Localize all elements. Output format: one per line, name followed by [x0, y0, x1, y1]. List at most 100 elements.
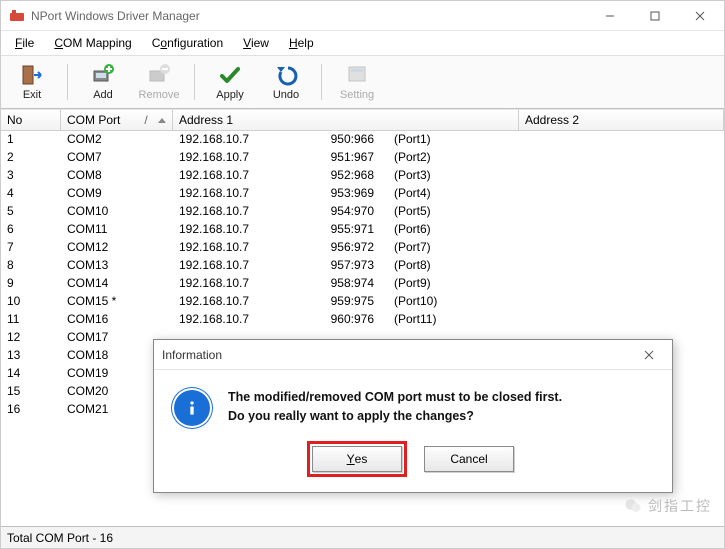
cell-com-port: COM7	[61, 149, 173, 167]
cell-ip: 192.168.10.7	[173, 221, 293, 239]
table-row[interactable]: 11COM16192.168.10.7960:976(Port11)	[1, 311, 724, 329]
dialog-titlebar[interactable]: Information	[154, 340, 672, 370]
cell-ports: 960:976	[293, 311, 388, 329]
cell-ip: 192.168.10.7	[173, 131, 293, 149]
maximize-button[interactable]	[632, 1, 677, 30]
cell-no: 11	[1, 311, 61, 329]
toolbar-apply[interactable]: Apply	[203, 58, 257, 106]
cell-ports: 950:966	[293, 131, 388, 149]
cell-ip: 192.168.10.7	[173, 203, 293, 221]
cell-ports: 955:971	[293, 221, 388, 239]
menu-file[interactable]: File	[7, 34, 42, 52]
cell-port-name: (Port11)	[388, 311, 508, 329]
cell-no: 16	[1, 401, 61, 419]
cell-ports: 959:975	[293, 293, 388, 311]
cell-ports: 951:967	[293, 149, 388, 167]
cell-no: 1	[1, 131, 61, 149]
toolbar-remove-label: Remove	[139, 89, 180, 101]
app-icon	[9, 8, 25, 24]
toolbar-setting: Setting	[330, 58, 384, 106]
cell-no: 4	[1, 185, 61, 203]
toolbar-add[interactable]: Add	[76, 58, 130, 106]
cell-ip: 192.168.10.7	[173, 185, 293, 203]
cell-ip: 192.168.10.7	[173, 257, 293, 275]
cell-no: 10	[1, 293, 61, 311]
cell-com-port: COM12	[61, 239, 173, 257]
col-address-1[interactable]: Address 1	[173, 109, 519, 130]
exit-icon	[20, 63, 44, 87]
cell-port-name: (Port6)	[388, 221, 508, 239]
table-row[interactable]: 10COM15 *192.168.10.7959:975(Port10)	[1, 293, 724, 311]
table-row[interactable]: 7COM12192.168.10.7956:972(Port7)	[1, 239, 724, 257]
wechat-icon	[624, 497, 642, 515]
cell-port-name: (Port1)	[388, 131, 508, 149]
undo-icon	[274, 63, 298, 87]
menu-view[interactable]: View	[235, 34, 277, 52]
toolbar-undo-label: Undo	[273, 89, 299, 101]
statusbar: Total COM Port - 16	[1, 526, 724, 548]
cell-com-port: COM9	[61, 185, 173, 203]
table-row[interactable]: 6COM11192.168.10.7955:971(Port6)	[1, 221, 724, 239]
cell-ports: 958:974	[293, 275, 388, 293]
cell-com-port: COM8	[61, 167, 173, 185]
setting-icon	[345, 63, 369, 87]
cell-com-port: COM13	[61, 257, 173, 275]
cell-no: 13	[1, 347, 61, 365]
cell-ip: 192.168.10.7	[173, 149, 293, 167]
cell-port-name: (Port5)	[388, 203, 508, 221]
table-row[interactable]: 3COM8192.168.10.7952:968(Port3)	[1, 167, 724, 185]
remove-icon	[147, 63, 171, 87]
menubar: File COM Mapping Configuration View Help	[1, 31, 724, 55]
col-com-port[interactable]: COM Port/	[61, 109, 173, 130]
dialog-close-button[interactable]	[634, 341, 664, 369]
toolbar-setting-label: Setting	[340, 89, 374, 101]
dialog-title: Information	[162, 348, 222, 362]
window-buttons	[587, 1, 722, 30]
dialog-cancel-button[interactable]: Cancel	[424, 446, 514, 472]
table-row[interactable]: 2COM7192.168.10.7951:967(Port2)	[1, 149, 724, 167]
cell-no: 6	[1, 221, 61, 239]
cell-port-name: (Port9)	[388, 275, 508, 293]
col-address-2[interactable]: Address 2	[519, 109, 724, 130]
table-row[interactable]: 5COM10192.168.10.7954:970(Port5)	[1, 203, 724, 221]
table-row[interactable]: 1COM2192.168.10.7950:966(Port1)	[1, 131, 724, 149]
cell-no: 5	[1, 203, 61, 221]
cell-com-port: COM11	[61, 221, 173, 239]
status-text: Total COM Port - 16	[7, 531, 113, 545]
cell-ports: 953:969	[293, 185, 388, 203]
info-icon	[172, 388, 212, 428]
cell-com-port: COM15 *	[61, 293, 173, 311]
table-row[interactable]: 8COM13192.168.10.7957:973(Port8)	[1, 257, 724, 275]
minimize-button[interactable]	[587, 1, 632, 30]
dialog-yes-button[interactable]: Yes	[312, 446, 402, 472]
toolbar-exit-label: Exit	[23, 89, 41, 101]
toolbar-remove: Remove	[132, 58, 186, 106]
cell-no: 15	[1, 383, 61, 401]
cell-no: 12	[1, 329, 61, 347]
menu-com-mapping[interactable]: COM Mapping	[46, 34, 139, 52]
add-icon	[91, 63, 115, 87]
list-header: No COM Port/ Address 1 Address 2	[1, 109, 724, 131]
menu-help[interactable]: Help	[281, 34, 322, 52]
toolbar-undo[interactable]: Undo	[259, 58, 313, 106]
cell-com-port: COM10	[61, 203, 173, 221]
cell-no: 14	[1, 365, 61, 383]
toolbar-exit[interactable]: Exit	[5, 58, 59, 106]
table-row[interactable]: 9COM14192.168.10.7958:974(Port9)	[1, 275, 724, 293]
cell-com-port: COM16	[61, 311, 173, 329]
cell-ip: 192.168.10.7	[173, 239, 293, 257]
cell-ip: 192.168.10.7	[173, 311, 293, 329]
toolbar-separator	[321, 64, 322, 100]
col-no[interactable]: No	[1, 109, 61, 130]
close-button[interactable]	[677, 1, 722, 30]
table-row[interactable]: 4COM9192.168.10.7953:969(Port4)	[1, 185, 724, 203]
titlebar: NPort Windows Driver Manager	[1, 1, 724, 31]
cell-port-name: (Port4)	[388, 185, 508, 203]
cell-port-name: (Port8)	[388, 257, 508, 275]
cell-com-port: COM2	[61, 131, 173, 149]
menu-configuration[interactable]: Configuration	[144, 34, 231, 52]
toolbar-apply-label: Apply	[216, 89, 244, 101]
cell-no: 2	[1, 149, 61, 167]
cell-no: 9	[1, 275, 61, 293]
info-dialog: Information The modified/removed COM por…	[153, 339, 673, 493]
